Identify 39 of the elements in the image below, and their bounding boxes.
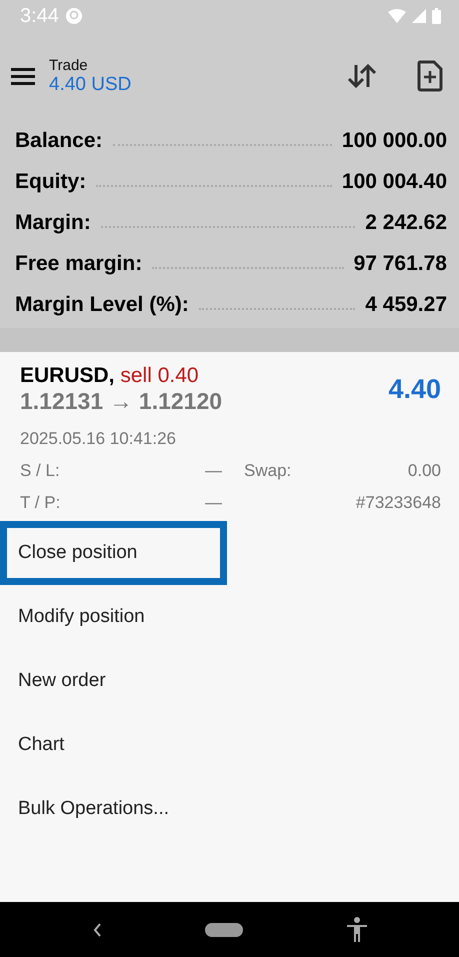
account-label: Balance:: [15, 128, 103, 152]
menu-item[interactable]: Close position: [0, 521, 227, 585]
back-icon[interactable]: [92, 922, 102, 938]
account-value: 100 000.00: [342, 128, 447, 152]
account-label: Margin:: [15, 210, 91, 234]
total-profit: 4.40 USD: [49, 74, 132, 96]
take-profit-value: —: [204, 493, 222, 513]
account-label: Equity:: [15, 170, 86, 194]
stop-loss-label: S / L:: [20, 461, 61, 481]
account-label: Free margin:: [15, 252, 142, 276]
menu-item[interactable]: Modify position: [0, 585, 200, 649]
price-change: 1.12131 → 1.12120: [20, 388, 222, 415]
symbol-name: EURUSD,: [20, 364, 115, 387]
wifi-icon: [388, 9, 406, 23]
menu-icon[interactable]: [11, 67, 35, 85]
menu-item[interactable]: New order: [0, 649, 200, 713]
account-value: 100 004.40: [342, 170, 447, 194]
menu-item[interactable]: Bulk Operations...: [0, 777, 200, 841]
signal-icon: [412, 9, 426, 23]
menu-item[interactable]: Chart: [0, 713, 200, 777]
account-value: 4 459.27: [365, 292, 447, 316]
swap-value: 0.00: [406, 461, 441, 481]
notification-icon: [64, 7, 83, 25]
sort-icon[interactable]: [347, 63, 377, 89]
trade-side: sell 0.40: [120, 364, 199, 387]
open-time: 2025.05.16 10:41:26: [20, 429, 177, 449]
position-profit: 4.40: [388, 374, 441, 405]
home-button[interactable]: [204, 922, 242, 936]
stop-loss-value: —: [204, 461, 222, 481]
take-profit-label: T / P:: [20, 493, 62, 513]
new-document-icon[interactable]: [417, 60, 443, 92]
screen-title: Trade: [49, 56, 89, 74]
accessibility-icon[interactable]: [346, 916, 368, 942]
account-value: 97 761.78: [354, 252, 447, 276]
account-value: 2 242.62: [365, 210, 447, 234]
account-label: Margin Level (%):: [15, 292, 189, 316]
battery-icon: [432, 8, 441, 24]
swap-label: Swap:: [243, 461, 292, 481]
ticket-number: #73233648: [354, 493, 441, 513]
